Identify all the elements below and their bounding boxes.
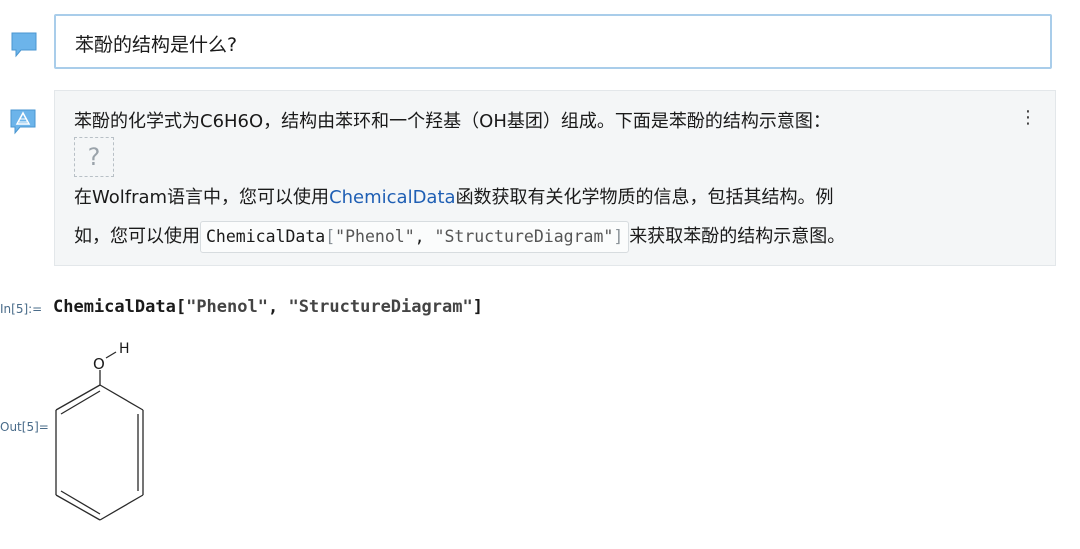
atom-h-label: H [119,341,130,357]
answer-line-1: 苯酚的化学式为C6H6O，结构由苯环和一个羟基（OH基团）组成。下面是苯酚的结构… [74,111,831,132]
inline-code-close: ] [613,227,624,246]
input-cell-code[interactable]: ChemicalData["Phenol", "StructureDiagram… [53,297,483,317]
wolfram-assistant-icon [8,106,38,136]
input-fn: ChemicalData [53,297,176,317]
answer-line-4-suffix: 来获取苯酚的结构示意图。 [629,226,846,247]
input-cell-label: In[5]:= [0,302,43,316]
vertical-ellipsis-icon[interactable]: ⋮ [1019,107,1037,128]
user-speech-bubble-icon [9,29,39,59]
chemicaldata-link[interactable]: ChemicalData [329,187,456,208]
inline-code-arg1: "Phenol" [335,227,415,246]
answer-line-4-prefix: 如，您可以使用 [74,226,200,247]
input-arg2: "StructureDiagram" [288,297,473,317]
atom-o-label: O [93,355,105,373]
input-open-bracket: [ [175,297,187,317]
question-box[interactable]: 苯酚的结构是什么? [54,14,1052,69]
input-arg1: "Phenol" [186,297,268,317]
answer-line-3: 在Wolfram语言中，您可以使用ChemicalData函数获取有关化学物质的… [74,183,834,209]
input-sep: , [267,297,289,317]
answer-line-3-suffix: 函数获取有关化学物质的信息，包括其结构。例 [455,187,834,208]
inline-code-fn: ChemicalData [206,227,326,246]
inline-code-arg2: "StructureDiagram" [434,227,614,246]
inline-code-sep: , [414,227,435,246]
phenol-structure-diagram: O H [55,341,144,521]
input-close-bracket: ] [472,297,483,317]
answer-box: 苯酚的化学式为C6H6O，结构由苯环和一个羟基（OH基团）组成。下面是苯酚的结构… [54,90,1056,266]
answer-line-3-prefix: 在Wolfram语言中，您可以使用 [74,187,330,208]
answer-line-4: 如，您可以使用 ChemicalData["Phenol", "Structure… [74,221,845,253]
inline-code-open: [ [325,227,336,246]
question-text: 苯酚的结构是什么? [75,34,238,56]
broken-image-icon: ? [74,137,114,177]
inline-code-snippet[interactable]: ChemicalData["Phenol", "StructureDiagram… [200,221,630,253]
